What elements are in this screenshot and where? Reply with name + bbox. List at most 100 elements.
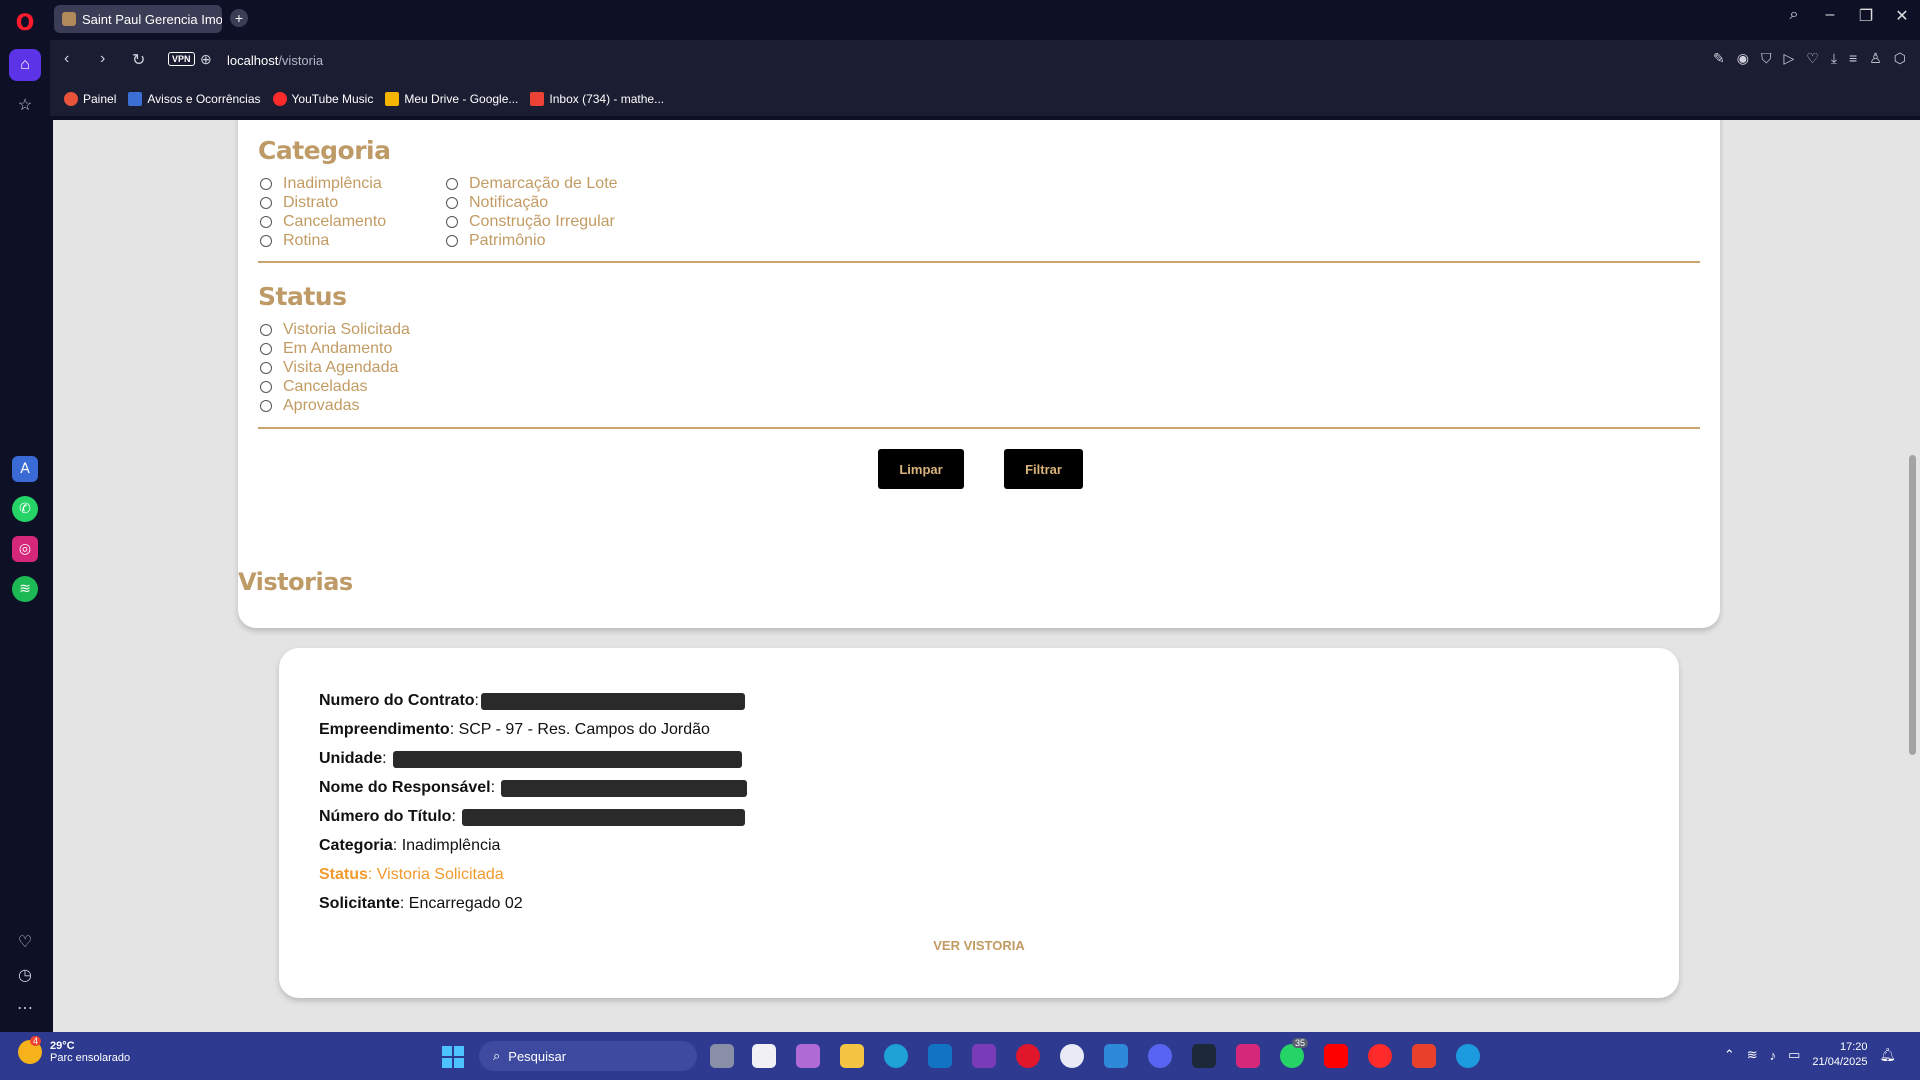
youtube-icon[interactable] bbox=[1324, 1044, 1348, 1068]
edge-icon[interactable] bbox=[884, 1044, 908, 1068]
radio-categoria-notificacao[interactable]: Notificação bbox=[446, 194, 548, 212]
back-icon[interactable]: ‹ bbox=[64, 50, 69, 68]
radio-button[interactable] bbox=[260, 216, 272, 228]
history-clock-icon[interactable]: ◷ bbox=[9, 959, 41, 991]
youtube-music-taskbar-icon[interactable] bbox=[1368, 1044, 1392, 1068]
minimize-icon[interactable]: – bbox=[1820, 6, 1840, 26]
opera-taskbar-icon[interactable] bbox=[1016, 1044, 1040, 1068]
copilot-icon[interactable] bbox=[796, 1044, 820, 1068]
battery-icon[interactable]: ▭ bbox=[1788, 1047, 1800, 1063]
spotify-icon[interactable]: ≋ bbox=[12, 576, 38, 602]
radio-button[interactable] bbox=[260, 178, 272, 190]
clock[interactable]: 17:20 21/04/2025 bbox=[1812, 1040, 1867, 1070]
radio-button[interactable] bbox=[260, 343, 272, 355]
wifi-icon[interactable]: ≋ bbox=[1747, 1047, 1758, 1063]
forward-icon[interactable]: › bbox=[100, 50, 105, 68]
aria-app-icon[interactable]: A bbox=[12, 456, 38, 482]
store-icon[interactable] bbox=[752, 1044, 776, 1068]
url-field[interactable]: localhost/vistoria bbox=[227, 53, 323, 68]
radio-button[interactable] bbox=[260, 197, 272, 209]
edit-icon[interactable]: ✎ bbox=[1713, 50, 1725, 67]
docker-icon[interactable] bbox=[1456, 1044, 1480, 1068]
camera-icon[interactable]: ◉ bbox=[1737, 50, 1749, 67]
shield-icon[interactable]: ⛉ bbox=[1761, 50, 1772, 67]
heart-icon[interactable]: ♡ bbox=[9, 926, 41, 958]
globe-icon[interactable]: ⊕ bbox=[200, 51, 212, 68]
radio-categoria-patrimonio[interactable]: Patrimônio bbox=[446, 232, 545, 250]
instagram-icon[interactable]: ◎ bbox=[12, 536, 38, 562]
radio-categoria-rotina[interactable]: Rotina bbox=[260, 232, 329, 250]
task-view-icon[interactable] bbox=[710, 1044, 734, 1068]
more-dots-icon[interactable]: ⋯ bbox=[9, 992, 41, 1024]
onenote-icon[interactable] bbox=[972, 1044, 996, 1068]
home-icon[interactable]: ⌂ bbox=[9, 49, 41, 81]
opera-logo-icon[interactable]: O bbox=[13, 12, 37, 36]
radio-categoria-demarcacao[interactable]: Demarcação de Lote bbox=[446, 175, 618, 193]
tab-active[interactable]: Saint Paul Gerencia Imob bbox=[54, 5, 222, 33]
bookmark-youtube-music[interactable]: YouTube Music bbox=[272, 92, 373, 106]
file-explorer-icon[interactable] bbox=[840, 1044, 864, 1068]
radio-button[interactable] bbox=[446, 216, 458, 228]
radio-button[interactable] bbox=[260, 381, 272, 393]
pinboard-star-icon[interactable]: ☆ bbox=[9, 89, 41, 121]
radio-button[interactable] bbox=[446, 178, 458, 190]
radio-categoria-inadimplencia[interactable]: Inadimplência bbox=[260, 175, 382, 193]
play-icon[interactable]: ▷ bbox=[1783, 50, 1794, 67]
limpar-button[interactable]: Limpar bbox=[878, 449, 964, 489]
radio-categoria-cancelamento[interactable]: Cancelamento bbox=[260, 213, 386, 231]
solicitante-value: : Encarregado 02 bbox=[399, 895, 523, 912]
radio-label: Rotina bbox=[283, 232, 330, 249]
new-tab-plus-icon[interactable]: + bbox=[230, 9, 248, 27]
profile-icon[interactable]: ♙ bbox=[1869, 50, 1882, 67]
radio-status-canceladas[interactable]: Canceladas bbox=[260, 378, 368, 396]
radio-status-aprovadas[interactable]: Aprovadas bbox=[260, 397, 360, 415]
wps-office-icon[interactable] bbox=[1412, 1044, 1436, 1068]
heart-icon[interactable]: ♡ bbox=[1806, 50, 1819, 67]
tab-title: Saint Paul Gerencia Imob bbox=[82, 11, 222, 27]
weather-widget[interactable]: 4 29°C Parc ensolarado bbox=[18, 1036, 130, 1064]
vscode-icon[interactable] bbox=[1104, 1044, 1128, 1068]
whatsapp-icon[interactable]: ✆ bbox=[12, 496, 38, 522]
outlook-icon[interactable] bbox=[928, 1044, 952, 1068]
radio-categoria-distrato[interactable]: Distrato bbox=[260, 194, 338, 212]
filtrar-button[interactable]: Filtrar bbox=[1004, 449, 1083, 489]
page-scrollbar[interactable] bbox=[1905, 120, 1920, 1032]
bookmark-gmail-inbox[interactable]: Inbox (734) - mathe... bbox=[530, 92, 664, 106]
bookmark-painel[interactable]: Painel bbox=[64, 92, 116, 106]
radio-button[interactable] bbox=[260, 400, 272, 412]
extensions-cube-icon[interactable]: ⬡ bbox=[1894, 50, 1906, 67]
radio-status-agendada[interactable]: Visita Agendada bbox=[260, 359, 398, 377]
radio-categoria-construcao[interactable]: Construção Irregular bbox=[446, 213, 615, 231]
instagram-taskbar-icon[interactable] bbox=[1236, 1044, 1260, 1068]
radio-button[interactable] bbox=[260, 362, 272, 374]
bookmark-avisos[interactable]: Avisos e Ocorrências bbox=[128, 92, 261, 106]
bookmark-meu-drive[interactable]: Meu Drive - Google... bbox=[385, 92, 518, 106]
discord-icon[interactable] bbox=[1148, 1044, 1172, 1068]
volume-icon[interactable]: ♪ bbox=[1770, 1048, 1777, 1063]
app-circle-icon[interactable] bbox=[1060, 1044, 1084, 1068]
restore-icon[interactable]: ❐ bbox=[1856, 6, 1876, 26]
radio-button[interactable] bbox=[260, 235, 272, 247]
windows-start-icon[interactable] bbox=[442, 1046, 464, 1068]
close-icon[interactable]: ✕ bbox=[1892, 6, 1912, 26]
radio-button[interactable] bbox=[260, 324, 272, 336]
address-bar: ‹ › ↻ VPN ⊕ localhost/vistoria ✎ ◉ ⛉ ▷ ♡… bbox=[50, 40, 1920, 82]
chevron-up-icon[interactable]: ⌃ bbox=[1724, 1047, 1735, 1063]
ver-vistoria-link[interactable]: VER VISTORIA bbox=[279, 938, 1679, 953]
radio-status-andamento[interactable]: Em Andamento bbox=[260, 340, 392, 358]
search-icon[interactable]: ⌕ bbox=[1784, 6, 1804, 26]
download-icon[interactable]: ⤓ bbox=[1831, 50, 1837, 67]
steam-icon[interactable] bbox=[1192, 1044, 1216, 1068]
taskbar-search[interactable]: ⌕ Pesquisar bbox=[479, 1041, 697, 1071]
radio-button[interactable] bbox=[446, 197, 458, 209]
menu-icon[interactable]: ≡ bbox=[1849, 50, 1857, 67]
vpn-badge[interactable]: VPN bbox=[168, 52, 195, 66]
scrollbar-thumb[interactable] bbox=[1909, 455, 1916, 755]
status-title: Status bbox=[258, 282, 347, 311]
whatsapp-taskbar-icon[interactable]: 35 bbox=[1280, 1038, 1309, 1068]
categoria-title: Categoria bbox=[258, 136, 391, 165]
radio-status-solicitada[interactable]: Vistoria Solicitada bbox=[260, 321, 410, 339]
notification-bell-icon[interactable]: 🔔︎ bbox=[1879, 1047, 1896, 1063]
reload-icon[interactable]: ↻ bbox=[132, 50, 145, 70]
radio-button[interactable] bbox=[446, 235, 458, 247]
